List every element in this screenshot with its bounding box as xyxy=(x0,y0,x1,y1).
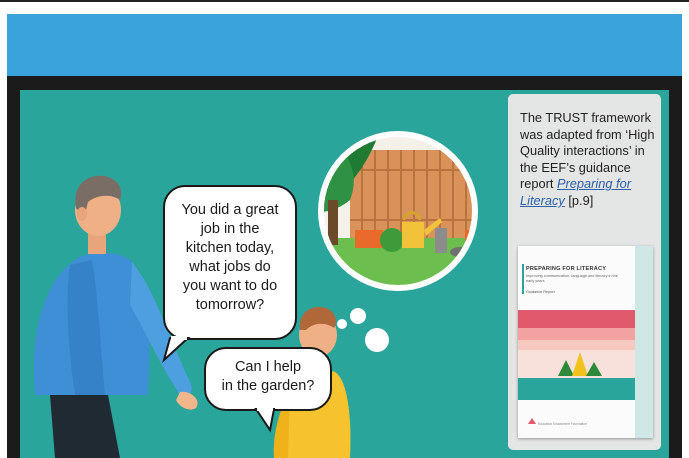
report-cover-thumbnail[interactable]: PREPARING FOR LITERACY Improving communi… xyxy=(518,246,653,438)
cover-side-strip xyxy=(635,246,653,438)
framework-note: The TRUST framework was adapted from ‘Hi… xyxy=(520,110,660,210)
header-bar xyxy=(7,14,682,76)
info-sidebar: The TRUST framework was adapted from ‘Hi… xyxy=(508,94,661,450)
top-border-line xyxy=(0,0,689,2)
cover-organisation: Education Endowment Foundation xyxy=(538,422,587,426)
cover-artwork xyxy=(518,310,635,424)
page-reference: [p.9] xyxy=(564,192,594,208)
